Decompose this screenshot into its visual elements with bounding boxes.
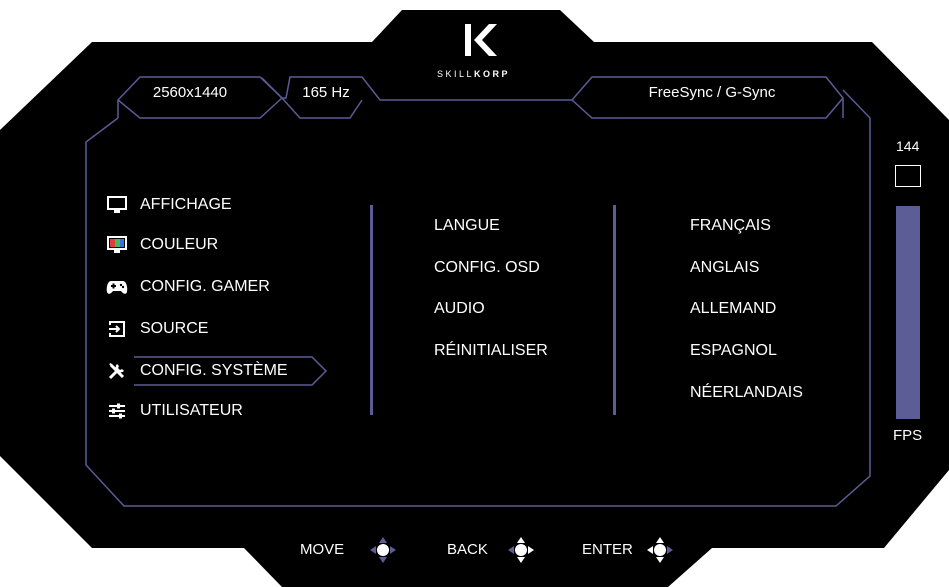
column-divider bbox=[370, 205, 373, 415]
option-neerlandais[interactable]: NÉERLANDAIS bbox=[690, 383, 803, 403]
fps-gauge bbox=[895, 162, 923, 422]
submenu-item-config-osd[interactable]: CONFIG. OSD bbox=[434, 258, 540, 278]
monitor-icon bbox=[106, 196, 128, 214]
refresh-rate-label: 165 Hz bbox=[302, 84, 350, 101]
menu-item-label: UTILISATEUR bbox=[140, 402, 243, 419]
hint-back-label: BACK bbox=[447, 541, 488, 558]
tools-icon bbox=[106, 362, 128, 380]
option-espagnol[interactable]: ESPAGNOL bbox=[690, 341, 777, 361]
move-nav-icon bbox=[370, 537, 396, 568]
submenu-item-reinitialiser[interactable]: RÉINITIALISER bbox=[434, 341, 548, 361]
menu-item-config-gamer[interactable]: CONFIG. GAMER bbox=[106, 274, 270, 300]
submenu-item-audio[interactable]: AUDIO bbox=[434, 299, 485, 319]
menu-item-label: AFFICHAGE bbox=[140, 196, 232, 213]
resolution-label: 2560x1440 bbox=[152, 84, 228, 101]
gamepad-icon bbox=[106, 278, 128, 296]
brand-name: SKILLKORP bbox=[437, 68, 510, 80]
hint-move-label: MOVE bbox=[300, 541, 345, 558]
brand-prefix: SKILL bbox=[437, 69, 475, 79]
sliders-icon bbox=[106, 402, 128, 420]
column-divider bbox=[613, 205, 616, 415]
source-icon bbox=[106, 320, 128, 338]
enter-nav-icon bbox=[647, 537, 673, 568]
menu-item-config-systeme[interactable]: CONFIG. SYSTÈME bbox=[106, 358, 288, 384]
fps-gauge-top bbox=[895, 165, 921, 187]
menu-item-affichage[interactable]: AFFICHAGE bbox=[106, 192, 232, 218]
fps-max-label: 144 bbox=[896, 138, 920, 154]
menu-item-label: CONFIG. SYSTÈME bbox=[140, 362, 288, 379]
option-francais[interactable]: FRANÇAIS bbox=[690, 216, 771, 236]
menu-item-utilisateur[interactable]: UTILISATEUR bbox=[106, 398, 243, 424]
menu-item-label: SOURCE bbox=[140, 320, 209, 337]
option-allemand[interactable]: ALLEMAND bbox=[690, 299, 776, 319]
menu-item-couleur[interactable]: COULEUR bbox=[106, 232, 218, 258]
back-nav-icon bbox=[508, 537, 534, 568]
submenu-item-langue[interactable]: LANGUE bbox=[434, 216, 500, 236]
menu-item-label: COULEUR bbox=[140, 236, 219, 253]
fps-unit-label: FPS bbox=[893, 427, 923, 444]
menu-item-source[interactable]: SOURCE bbox=[106, 316, 208, 342]
option-anglais[interactable]: ANGLAIS bbox=[690, 258, 759, 278]
menu-item-label: CONFIG. GAMER bbox=[140, 278, 270, 295]
hint-enter-label: ENTER bbox=[582, 541, 633, 558]
brand-suffix: KORP bbox=[474, 69, 511, 79]
color-icon bbox=[106, 236, 128, 254]
fps-gauge-fill bbox=[896, 206, 920, 419]
sync-label: FreeSync / G-Sync bbox=[648, 84, 776, 101]
